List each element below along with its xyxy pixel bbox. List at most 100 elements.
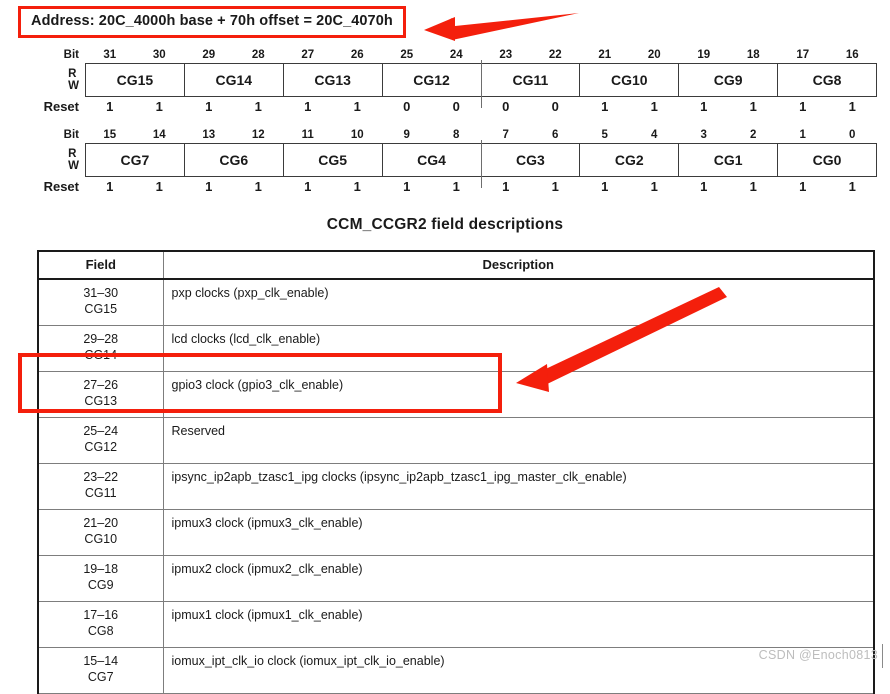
field-cell: 31–30 CG15 <box>37 278 164 326</box>
address-note: Address: 20C_4000h base + 70h offset = 2… <box>18 6 406 38</box>
document-page: Address: 20C_4000h base + 70h offset = 2… <box>0 0 890 694</box>
field-bits: 23–22 <box>83 470 119 484</box>
bit-number: 2 <box>750 129 757 141</box>
field-cell: 19–18 CG9 <box>37 555 164 602</box>
field-cell: 25–24 CG12 <box>37 417 164 464</box>
bit-number: 21 <box>598 49 612 61</box>
reset-bit: 1 <box>749 99 757 114</box>
reset-bit: 1 <box>403 179 411 194</box>
bit-number: 6 <box>552 129 559 141</box>
bitfield-cell: CG9 <box>679 64 779 96</box>
bit-number: 23 <box>499 49 513 61</box>
reset-bit: 1 <box>799 99 807 114</box>
bit-number: 28 <box>251 49 265 61</box>
reset-bit: 1 <box>106 99 114 114</box>
bit-number: 18 <box>746 49 760 61</box>
bit-number: 14 <box>152 129 166 141</box>
reset-bit: 1 <box>749 179 757 194</box>
table-row: 23–22 CG11 ipsync_ip2apb_tzasc1_ipg cloc… <box>37 463 875 510</box>
reset-bit: 1 <box>700 179 708 194</box>
r-label: R <box>68 148 77 160</box>
address-highlight-box: Address: 20C_4000h base + 70h offset = 2… <box>18 6 406 38</box>
bitfield-cell: CG13 <box>284 64 383 96</box>
bitfield-cell: CG5 <box>284 144 383 176</box>
description-cell: lcd clocks (lcd_clk_enable) <box>162 325 875 372</box>
w-label: W <box>68 160 79 172</box>
field-bits: 19–18 <box>83 562 119 576</box>
field-bits: 15–14 <box>83 654 119 668</box>
field-bits: 29–28 <box>83 332 119 346</box>
watermark-text: CSDN @Enoch0813 <box>758 648 878 662</box>
reset-bit: 1 <box>155 179 163 194</box>
description-cell: pxp clocks (pxp_clk_enable) <box>162 278 875 326</box>
bit-number: 19 <box>697 49 711 61</box>
reset-label: Reset <box>43 99 79 114</box>
bitfield-cell: CG12 <box>383 64 482 96</box>
field-cg: CG8 <box>87 624 114 638</box>
table-row: 21–20 CG10 ipmux3 clock (ipmux3_clk_enab… <box>37 509 875 556</box>
bit-number: 5 <box>601 129 608 141</box>
rw-label: R W <box>68 143 79 177</box>
bit-number: 1 <box>799 129 806 141</box>
reset-bit: 0 <box>452 99 460 114</box>
reset-bit: 1 <box>304 99 312 114</box>
bitfield-cell: CG6 <box>185 144 284 176</box>
reset-bit: 1 <box>353 179 361 194</box>
reset-bit: 1 <box>155 99 163 114</box>
table-header-row: Field Description <box>37 250 875 280</box>
field-cell: 21–20 CG10 <box>37 509 164 556</box>
reset-bit: 1 <box>700 99 708 114</box>
column-header-description: Description <box>162 250 875 280</box>
reset-bit: 1 <box>601 179 609 194</box>
reset-bit: 0 <box>551 99 559 114</box>
bit-number: 20 <box>647 49 661 61</box>
arrow-to-address <box>424 13 579 41</box>
table-row: 31–30 CG15 pxp clocks (pxp_clk_enable) <box>37 278 875 326</box>
register-grid-low: 15 14 13 12 11 10 9 8 7 6 5 4 3 2 1 0 CG… <box>85 127 877 197</box>
bit-number: 10 <box>350 129 364 141</box>
field-cg: CG13 <box>84 394 118 408</box>
bitfield-cell: CG7 <box>86 144 185 176</box>
reset-bit: 1 <box>601 99 609 114</box>
bit-number: 30 <box>152 49 166 61</box>
rw-label: R W <box>68 63 79 97</box>
reset-bit: 1 <box>551 179 559 194</box>
register-bitfield-row-low: Bit R W Reset 15 14 13 12 11 10 9 8 7 6 … <box>0 127 877 197</box>
bit-label: Bit <box>63 129 79 141</box>
bit-number: 3 <box>700 129 707 141</box>
bit-number: 13 <box>202 129 216 141</box>
bitfield-cell: CG3 <box>482 144 581 176</box>
halfword-divider <box>481 140 483 188</box>
halfword-divider <box>481 60 483 108</box>
reset-bit: 1 <box>799 179 807 194</box>
section-title: CCM_CCGR2 field descriptions <box>326 216 564 233</box>
reset-bit: 0 <box>502 99 510 114</box>
description-cell: gpio3 clock (gpio3_clk_enable) <box>162 371 875 418</box>
field-cg: CG10 <box>84 532 118 546</box>
table-row: 15–14 CG7 iomux_ipt_clk_io clock (iomux_… <box>37 647 875 694</box>
bit-number: 26 <box>350 49 364 61</box>
bit-number: 16 <box>845 49 859 61</box>
reset-bit: 1 <box>650 179 658 194</box>
reset-bit: 1 <box>650 99 658 114</box>
field-cell: 17–16 CG8 <box>37 601 164 648</box>
register-grid-high: 31 30 29 28 27 26 25 24 23 22 21 20 19 1… <box>85 47 877 117</box>
reset-bit: 1 <box>304 179 312 194</box>
bitfield-cell: CG8 <box>812 72 842 88</box>
bit-number: 15 <box>103 129 117 141</box>
reset-bit: 1 <box>848 99 856 114</box>
address-text: Address: 20C_4000h base + 70h offset = 2… <box>31 13 393 29</box>
bitfield-cell: CG14 <box>185 64 284 96</box>
bitfield-cell: CG2 <box>580 144 680 176</box>
field-cg: CG14 <box>84 348 118 362</box>
bit-number: 17 <box>796 49 810 61</box>
reset-bit: 1 <box>205 179 213 194</box>
bit-number: 12 <box>251 129 265 141</box>
bitfield-cell: CG1 <box>679 144 779 176</box>
w-label: W <box>68 80 79 92</box>
bitfield-cell: CG0 <box>812 152 842 168</box>
register-row-labels-low: Bit R W Reset <box>0 127 85 197</box>
field-cell: 15–14 CG7 <box>37 647 164 694</box>
bit-number: 7 <box>502 129 509 141</box>
field-cg: CG11 <box>84 486 117 500</box>
